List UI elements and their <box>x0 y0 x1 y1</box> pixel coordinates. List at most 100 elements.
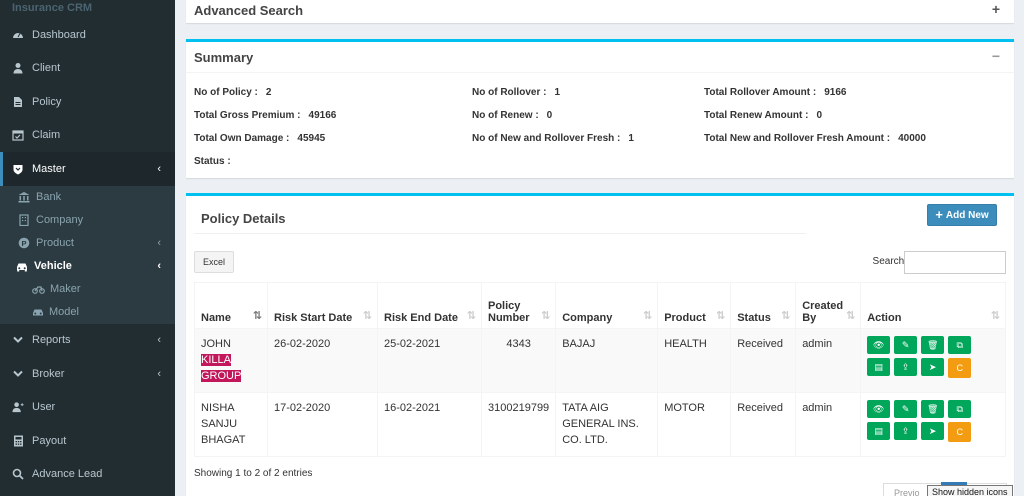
summary-value: 1 <box>554 87 561 98</box>
chevron-left-icon: ‹ <box>157 334 161 347</box>
submenu-item-label: Product <box>36 237 74 249</box>
summary-label: Total Own Damage : <box>194 133 290 144</box>
name-highlight: KILLA GROUP <box>201 354 242 382</box>
master-submenu: Bank Company P Product ‹ Vehicle ‹ Maker… <box>0 185 175 324</box>
expand-icon[interactable]: + <box>992 1 1000 17</box>
sort-icon: ⇅ <box>780 310 791 322</box>
submenu-item-label: Bank <box>36 191 62 203</box>
column-label: Risk End Date <box>384 312 458 324</box>
pagination-previous[interactable]: Previo <box>894 488 920 496</box>
column-header-company[interactable]: Company ⇅ <box>555 282 659 329</box>
sidebar-item-label: Client <box>32 62 61 75</box>
collapse-icon[interactable]: − <box>992 48 1000 64</box>
c-button[interactable]: C <box>948 422 972 442</box>
column-header-status[interactable]: Status ⇅ <box>730 282 797 329</box>
add-new-label: Add New <box>945 209 989 221</box>
c-button[interactable]: C <box>948 358 972 378</box>
upload-icon[interactable]: ⇪ <box>894 358 918 376</box>
submenu-item-product[interactable]: P Product ‹ <box>0 232 175 255</box>
trash-icon[interactable]: 🗑 <box>921 400 945 418</box>
excel-button[interactable]: Excel <box>194 251 234 273</box>
column-header-risk-start-date[interactable]: Risk Start Date ⇅ <box>267 282 378 329</box>
table-row[interactable]: JOHN KILLA GROUP 26-02-2020 25-02-2021 43… <box>194 328 1006 393</box>
summary-total-own-damage: Total Own Damage : 45945 <box>194 133 325 144</box>
summary-box: Summary − No of Policy : 2 Total Gross Pr… <box>186 39 1014 178</box>
copy-icon[interactable]: ⧉ <box>948 336 972 354</box>
svg-text:P: P <box>21 239 26 248</box>
copy-icon[interactable]: ⧉ <box>948 400 972 418</box>
advanced-search-box: Advanced Search + <box>186 0 1014 23</box>
sidebar-item-label: Reports <box>32 334 71 347</box>
column-label: Action <box>867 312 902 324</box>
sidebar-item-user[interactable]: User <box>0 391 175 425</box>
column-header-created-by[interactable]: Created By ⇅ <box>795 282 862 329</box>
summary-no-of-rollover: No of Rollover : 1 <box>472 87 560 98</box>
sidebar: Insurance CRM Dashboard Client Policy Cl… <box>0 0 175 496</box>
submenu-item-model[interactable]: Model <box>0 301 175 324</box>
action-buttons: 👁 ✎ 🗑 ⧉ ▤ ⇪ ➤ C <box>867 336 999 378</box>
summary-value: 1 <box>628 133 634 144</box>
search-input[interactable] <box>904 251 1006 274</box>
motorcycle-icon <box>32 284 45 294</box>
file-icon <box>12 96 24 108</box>
policy-table: Name ⇅ Risk Start Date ⇅ Risk End Date ⇅ Po… <box>194 282 1006 457</box>
pdf-icon[interactable]: ▤ <box>867 358 891 376</box>
submenu-item-vehicle[interactable]: Vehicle ‹ <box>0 255 175 278</box>
cell-status: Received <box>730 392 797 457</box>
calendar-check-icon <box>12 129 24 141</box>
sidebar-item-master[interactable]: Master ‹ <box>0 152 175 186</box>
sidebar-item-label: Policy <box>32 95 62 108</box>
advanced-search-title[interactable]: Advanced Search <box>194 3 303 18</box>
sidebar-item-claim[interactable]: Claim <box>0 119 175 153</box>
column-label: Created By <box>802 300 844 324</box>
cell-product: HEALTH <box>657 328 732 393</box>
cell-risk-start: 26-02-2020 <box>267 328 378 393</box>
edit-icon[interactable]: ✎ <box>894 336 918 354</box>
submenu-item-maker[interactable]: Maker <box>0 278 175 301</box>
column-header-risk-end-date[interactable]: Risk End Date ⇅ <box>377 282 482 329</box>
sidebar-item-advance-lead[interactable]: Advance Lead <box>0 458 175 492</box>
cell-risk-end: 16-02-2021 <box>377 392 482 457</box>
column-header-action[interactable]: Action ⇅ <box>860 282 1006 329</box>
dashboard-icon <box>12 29 24 41</box>
add-new-button[interactable]: + Add New <box>927 204 997 226</box>
column-header-name[interactable]: Name ⇅ <box>194 282 268 329</box>
tooltip: Show hidden icons <box>927 485 1013 496</box>
sidebar-item-payout[interactable]: Payout <box>0 424 175 458</box>
send-icon[interactable]: ➤ <box>921 358 945 376</box>
sidebar-item-reports[interactable]: Reports ‹ <box>0 324 175 358</box>
car-icon <box>32 307 44 317</box>
cell-created-by: admin <box>795 392 862 457</box>
sidebar-item-policy[interactable]: Policy <box>0 85 175 119</box>
eye-icon[interactable]: 👁 <box>867 336 891 354</box>
submenu-item-bank[interactable]: Bank <box>0 186 175 209</box>
column-label: Company <box>562 312 613 324</box>
cell-status: Received <box>730 328 797 393</box>
summary-no-of-renew: No of Renew : 0 <box>472 110 552 121</box>
sidebar-item-dashboard[interactable]: Dashboard <box>0 18 175 52</box>
send-icon[interactable]: ➤ <box>921 422 945 440</box>
summary-title: Summary <box>194 50 254 65</box>
eye-icon[interactable]: 👁 <box>867 400 891 418</box>
brand-logo[interactable]: Insurance CRM <box>0 0 175 18</box>
upload-icon[interactable]: ⇪ <box>894 422 918 440</box>
policy-details-box: Policy Details + Add New Excel Search: N… <box>186 193 1014 496</box>
trash-icon[interactable]: 🗑 <box>921 336 945 354</box>
edit-icon[interactable]: ✎ <box>894 400 918 418</box>
name-text: NISHA SANJU BHAGAT <box>201 402 246 446</box>
table-row[interactable]: NISHA SANJU BHAGAT 17-02-2020 16-02-2021… <box>194 392 1006 457</box>
cell-risk-start: 17-02-2020 <box>267 392 378 457</box>
user-plus-icon <box>12 401 24 413</box>
sidebar-item-broker[interactable]: Broker ‹ <box>0 357 175 391</box>
summary-value: 2 <box>265 87 272 98</box>
pdf-icon[interactable]: ▤ <box>867 422 891 440</box>
sort-icon: ⇅ <box>362 310 372 322</box>
summary-label: Status : <box>194 156 231 167</box>
sidebar-item-client[interactable]: Client <box>0 52 175 86</box>
submenu-item-company[interactable]: Company <box>0 209 175 232</box>
column-header-policy-number[interactable]: Policy Number ⇅ <box>480 282 557 329</box>
sidebar-item-label: Broker <box>32 367 65 380</box>
column-header-product[interactable]: Product ⇅ <box>657 282 732 329</box>
chevron-left-icon: ‹ <box>157 162 161 175</box>
product-hunt-icon: P <box>18 237 30 249</box>
